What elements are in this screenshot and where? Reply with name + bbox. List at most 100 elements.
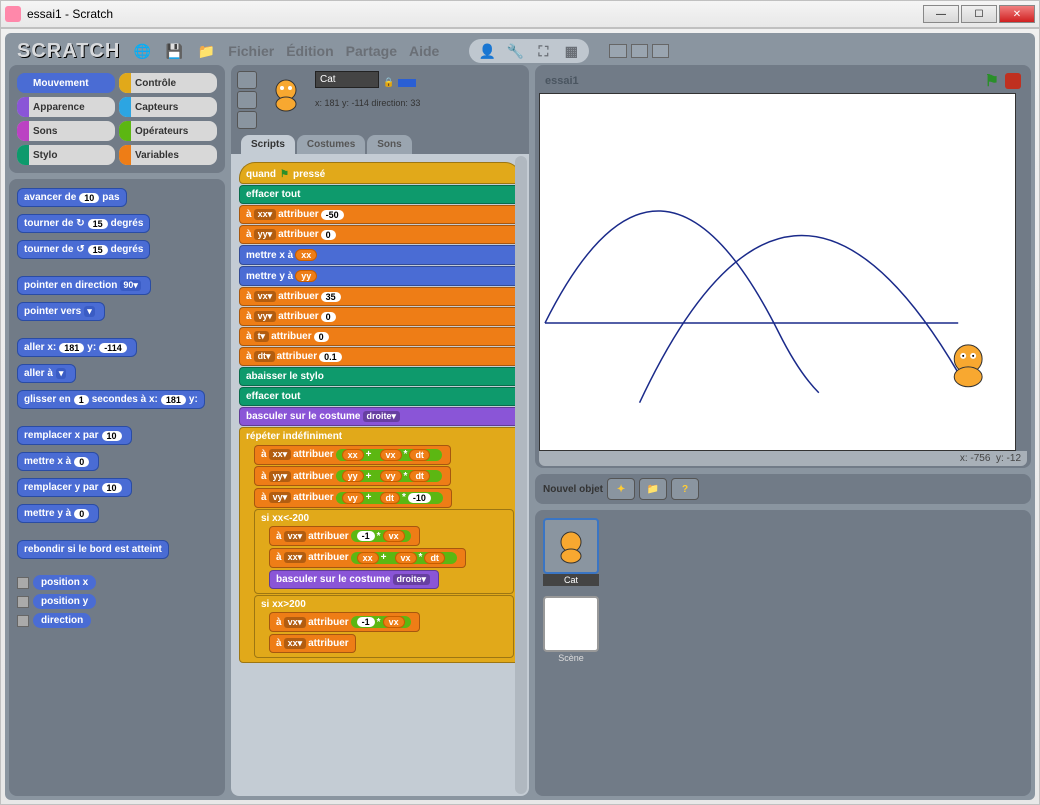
- scripts-area[interactable]: quand⚑pressé effacer tout àxx▾attribuer-…: [231, 154, 529, 796]
- view-mode-small-button[interactable]: [609, 44, 626, 58]
- block-upd-xx-3[interactable]: àxx▾attribuer: [269, 634, 356, 653]
- paint-sprite-button[interactable]: ✦: [607, 478, 635, 500]
- menu-aide[interactable]: Aide: [409, 43, 439, 59]
- hat-block[interactable]: quand⚑pressé: [239, 162, 521, 184]
- block-pointer-direction[interactable]: pointer en direction90▾: [17, 276, 151, 295]
- block-palette: avancer de10pas tourner de ↻15degrés tou…: [9, 179, 225, 796]
- block-bounce[interactable]: rebondir si le bord est atteint: [17, 540, 169, 559]
- block-rev-vx-1[interactable]: àvx▾attribuer-1*vx: [269, 526, 420, 546]
- reporter-y-check[interactable]: [17, 596, 29, 608]
- block-rev-vx-2[interactable]: àvx▾attribuer-1*vx: [269, 612, 420, 632]
- window-titlebar: essai1 - Scratch — ☐ ✕: [0, 0, 1040, 28]
- menu-partage[interactable]: Partage: [346, 43, 397, 59]
- window-minimize-button[interactable]: —: [923, 5, 959, 23]
- sprite-tool-2[interactable]: [237, 91, 257, 109]
- category-sons[interactable]: Sons: [17, 121, 115, 141]
- block-avancer[interactable]: avancer de10pas: [17, 188, 127, 207]
- globe-icon[interactable]: 🌐: [132, 41, 152, 61]
- reporter-dir-check[interactable]: [17, 615, 29, 627]
- new-sprite-bar: Nouvel objet ✦ 📁 ?: [535, 474, 1031, 504]
- block-clear-2[interactable]: effacer tout: [239, 387, 521, 406]
- block-mettre-y[interactable]: mettre y àyy: [239, 266, 521, 286]
- if-block-1[interactable]: si xx<-200 àvx▾attribuer-1*vx àxx▾attrib…: [254, 509, 514, 594]
- stage-canvas[interactable]: [539, 93, 1016, 451]
- block-upd-xx-2[interactable]: àxx▾attribuerxx+vx*dt: [269, 548, 466, 568]
- block-tourner-cw[interactable]: tourner de ↻15degrés: [17, 214, 150, 233]
- category-capteurs[interactable]: Capteurs: [119, 97, 217, 117]
- category-apparence[interactable]: Apparence: [17, 97, 115, 117]
- block-costume-2[interactable]: basculer sur le costumedroite▾: [269, 570, 439, 589]
- reporter-direction[interactable]: direction: [33, 613, 91, 628]
- sprite-tabs: Scripts Costumes Sons: [231, 135, 529, 154]
- sprite-tool-3[interactable]: [237, 111, 257, 129]
- tab-sons[interactable]: Sons: [367, 135, 411, 154]
- save-icon[interactable]: 💾: [164, 41, 184, 61]
- block-categories: Mouvement Contrôle Apparence Capteurs So…: [9, 65, 225, 173]
- lock-icon[interactable]: 🔒: [383, 77, 394, 88]
- stage-item[interactable]: Scène: [543, 596, 599, 664]
- category-operateurs[interactable]: Opérateurs: [119, 121, 217, 141]
- block-goto-xy[interactable]: aller x:181y:-114: [17, 338, 137, 357]
- reporter-position-x[interactable]: position x: [33, 575, 96, 590]
- sprite-item-cat[interactable]: Cat: [543, 518, 599, 586]
- stage-titlebar: essai1 ⚑: [539, 69, 1027, 93]
- stop-button[interactable]: [1005, 73, 1021, 89]
- block-pendown[interactable]: abaisser le stylo: [239, 367, 521, 386]
- block-set-t[interactable]: àt▾attribuer0: [239, 327, 521, 346]
- block-mettre-x[interactable]: mettre x àxx: [239, 245, 521, 265]
- sprite-thumbnail: [263, 71, 309, 117]
- sprite-tool-1[interactable]: [237, 71, 257, 89]
- window-maximize-button[interactable]: ☐: [961, 5, 997, 23]
- block-set-x-by[interactable]: remplacer x par10: [17, 426, 132, 445]
- menu-fichier[interactable]: Fichier: [228, 43, 274, 59]
- new-sprite-label: Nouvel objet: [543, 484, 603, 495]
- scripts-scrollbar[interactable]: [515, 156, 527, 794]
- block-set-vy[interactable]: àvy▾attribuer0: [239, 307, 521, 326]
- block-set-y-by[interactable]: remplacer y par10: [17, 478, 132, 497]
- forever-block[interactable]: répéter indéfiniment àxx▾attribuerxx+vx*…: [239, 427, 521, 663]
- block-pointer-vers[interactable]: pointer vers▾: [17, 302, 105, 321]
- sprite-name-input[interactable]: [315, 71, 379, 88]
- scratch-logo: SCRATCH: [17, 40, 120, 63]
- block-set-vx[interactable]: àvx▾attribuer35: [239, 287, 521, 306]
- import-sprite-button[interactable]: 📁: [639, 478, 667, 500]
- tools-icon[interactable]: 🔧: [503, 41, 527, 61]
- stage-title: essai1: [545, 75, 579, 87]
- category-controle[interactable]: Contrôle: [119, 73, 217, 93]
- block-set-xx[interactable]: àxx▾attribuer-50: [239, 205, 521, 224]
- sprite-header: 🔒 x: 181 y: -114 direction: 33: [231, 65, 529, 135]
- view-mode-present-button[interactable]: [652, 44, 669, 58]
- block-upd-yy[interactable]: àyy▾attribueryy+vy*dt: [254, 466, 451, 486]
- block-set-y[interactable]: mettre y à0: [17, 504, 99, 523]
- menu-edition[interactable]: Édition: [286, 43, 333, 59]
- open-icon[interactable]: 📁: [196, 41, 216, 61]
- tab-costumes[interactable]: Costumes: [297, 135, 365, 154]
- reporter-x-check[interactable]: [17, 577, 29, 589]
- user-icon[interactable]: 👤: [475, 41, 499, 61]
- view-mode-normal-button[interactable]: [631, 44, 648, 58]
- block-tourner-ccw[interactable]: tourner de ↺15degrés: [17, 240, 150, 259]
- sprite-list: Cat Scène: [535, 510, 1031, 796]
- sprite-coords: x: 181 y: -114 direction: 33: [315, 98, 523, 108]
- block-upd-xx[interactable]: àxx▾attribuerxx+vx*dt: [254, 445, 451, 465]
- block-goto[interactable]: aller à▾: [17, 364, 76, 383]
- category-mouvement[interactable]: Mouvement: [17, 73, 115, 93]
- tab-scripts[interactable]: Scripts: [241, 135, 295, 154]
- if-block-2[interactable]: si xx>200 àvx▾attribuer-1*vx àxx▾attribu…: [254, 595, 514, 659]
- window-title: essai1 - Scratch: [27, 7, 113, 21]
- block-costume-1[interactable]: basculer sur le costumedroite▾: [239, 407, 521, 426]
- category-variables[interactable]: Variables: [119, 145, 217, 165]
- random-sprite-button[interactable]: ?: [671, 478, 699, 500]
- reporter-position-y[interactable]: position y: [33, 594, 96, 609]
- green-flag-button[interactable]: ⚑: [985, 71, 999, 91]
- block-upd-vy[interactable]: àvy▾attribuervy+dt*-10: [254, 488, 452, 508]
- block-glisser[interactable]: glisser en1secondes à x:181y:: [17, 390, 205, 409]
- block-clear-1[interactable]: effacer tout: [239, 185, 521, 204]
- window-close-button[interactable]: ✕: [999, 5, 1035, 23]
- grid-icon[interactable]: ▦: [559, 41, 583, 61]
- block-set-x[interactable]: mettre x à0: [17, 452, 99, 471]
- block-set-yy[interactable]: àyy▾attribuer0: [239, 225, 521, 244]
- block-set-dt[interactable]: àdt▾attribuer0.1: [239, 347, 521, 366]
- category-stylo[interactable]: Stylo: [17, 145, 115, 165]
- fullscreen-icon[interactable]: ⛶: [531, 41, 555, 61]
